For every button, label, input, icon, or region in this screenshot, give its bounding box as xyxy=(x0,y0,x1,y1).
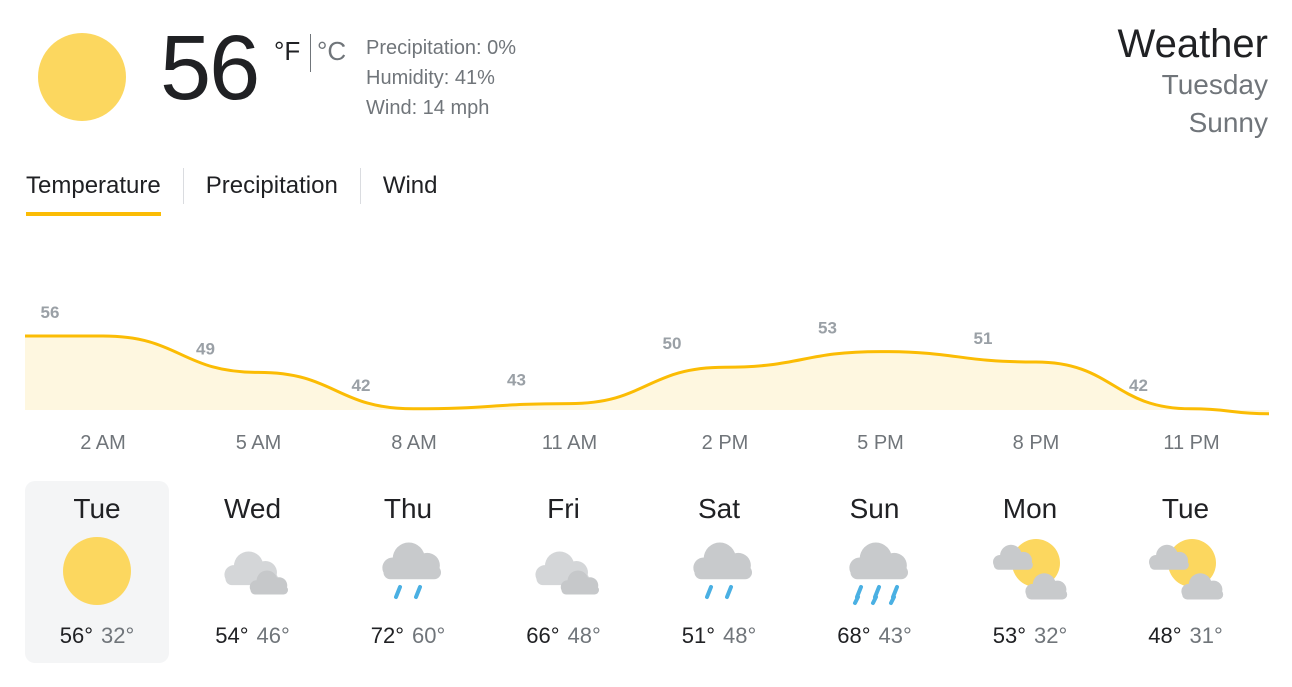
low-temp: 32° xyxy=(1034,623,1068,648)
high-temp: 48° xyxy=(1148,623,1182,648)
cloudy-icon xyxy=(524,531,604,611)
unit-celsius-button[interactable]: °C xyxy=(317,36,346,67)
data-label: 43 xyxy=(507,371,526,390)
low-temp: 43° xyxy=(878,623,912,648)
hour-label: 5 PM xyxy=(857,432,904,454)
day-card-wed[interactable]: Wed 54° 46° xyxy=(181,481,325,663)
day-card-sat[interactable]: Sat 51° 48° xyxy=(647,481,791,663)
day-name: Tue xyxy=(73,493,121,524)
sun-icon xyxy=(57,531,137,611)
day-temps: 53° 32° xyxy=(958,623,1102,649)
daily-forecast: Tue 56° 32° Wed 54° 46° Thu 72° 60° Fri 66° 48° Sat 5… xyxy=(25,481,1269,663)
unit-divider xyxy=(310,34,311,72)
weather-title: Weather xyxy=(1117,22,1268,66)
low-temp: 48° xyxy=(723,623,757,648)
day-name: Thu xyxy=(383,493,433,524)
partly-cloudy-icon xyxy=(1146,531,1226,611)
high-temp: 51° xyxy=(681,623,715,648)
chart-tabs: Temperature Precipitation Wind xyxy=(26,168,438,216)
day-card-mon[interactable]: Mon 53° 32° xyxy=(958,481,1102,663)
hour-label: 5 AM xyxy=(235,432,282,454)
partly-cloudy-icon xyxy=(990,531,1070,611)
high-temp: 56° xyxy=(59,623,93,648)
low-temp: 48° xyxy=(567,623,601,648)
day-temps: 56° 32° xyxy=(25,623,169,649)
humidity-text: Humidity: 41% xyxy=(366,67,495,89)
low-temp: 31° xyxy=(1189,623,1223,648)
high-temp: 53° xyxy=(992,623,1026,648)
tab-precipitation[interactable]: Precipitation xyxy=(206,168,338,216)
tab-wind[interactable]: Wind xyxy=(383,168,438,216)
weather-condition: Sunny xyxy=(1188,107,1268,138)
data-label: 42 xyxy=(352,376,371,395)
day-temps: 68° 43° xyxy=(803,623,947,649)
tab-divider xyxy=(182,168,184,204)
hour-label: 2 PM xyxy=(701,432,749,454)
unit-fahrenheit-button[interactable]: °F xyxy=(274,36,300,67)
hour-label: 8 PM xyxy=(1012,432,1060,454)
day-temps: 48° 31° xyxy=(1114,623,1258,649)
high-temp: 68° xyxy=(837,623,871,648)
low-temp: 60° xyxy=(412,623,446,648)
day-name: Sun xyxy=(849,493,900,524)
hour-labels: 2 AM 5 AM 8 AM 11 AM 2 PM 5 PM 8 PM 11 PM xyxy=(25,432,1269,462)
tab-temperature[interactable]: Temperature xyxy=(26,168,161,216)
low-temp: 46° xyxy=(256,623,290,648)
day-card-fri[interactable]: Fri 66° 48° xyxy=(492,481,636,663)
day-name: Tue xyxy=(1161,493,1210,524)
temperature-chart: 56 49 42 43 50 53 51 42 xyxy=(25,303,1270,416)
day-name: Mon xyxy=(1002,493,1058,524)
hour-label: 8 AM xyxy=(391,432,437,454)
day-name: Fri xyxy=(547,493,580,524)
data-label: 50 xyxy=(663,334,682,353)
day-card-thu[interactable]: Thu 72° 60° xyxy=(336,481,480,663)
high-temp: 72° xyxy=(370,623,404,648)
rain-icon xyxy=(835,531,915,611)
day-temps: 54° 46° xyxy=(181,623,325,649)
data-label: 51 xyxy=(974,329,993,348)
day-card-tue[interactable]: Tue 48° 31° xyxy=(1114,481,1258,663)
hour-label: 11 PM xyxy=(1163,432,1220,454)
data-label: 56 xyxy=(41,303,60,322)
showers-icon xyxy=(368,531,448,611)
data-label: 42 xyxy=(1129,376,1148,395)
current-temperature: 56 xyxy=(160,17,260,119)
wind-text: Wind: 14 mph xyxy=(366,97,490,119)
hour-label: 11 AM xyxy=(541,432,598,454)
precipitation-text: Precipitation: 0% xyxy=(366,37,517,59)
sun-icon xyxy=(38,33,126,121)
data-label: 49 xyxy=(196,339,215,358)
low-temp: 32° xyxy=(101,623,135,648)
day-temps: 51° 48° xyxy=(647,623,791,649)
weather-heading: Weather Tuesday Sunny xyxy=(1118,22,1268,142)
day-name: Wed xyxy=(223,493,282,524)
day-card-sun[interactable]: Sun 68° 43° xyxy=(803,481,947,663)
day-name: Sat xyxy=(697,493,741,524)
day-temps: 72° 60° xyxy=(336,623,480,649)
tab-divider xyxy=(359,168,361,204)
showers-icon xyxy=(679,531,759,611)
current-details: Precipitation: 0% Humidity: 41% Wind: 14… xyxy=(366,33,516,123)
high-temp: 66° xyxy=(526,623,560,648)
hour-label: 2 AM xyxy=(80,432,126,454)
day-temps: 66° 48° xyxy=(492,623,636,649)
data-label: 53 xyxy=(818,319,837,338)
weather-day: Tuesday xyxy=(1161,69,1268,100)
day-card-tue[interactable]: Tue 56° 32° xyxy=(25,481,169,663)
cloudy-icon xyxy=(213,531,293,611)
high-temp: 54° xyxy=(215,623,249,648)
